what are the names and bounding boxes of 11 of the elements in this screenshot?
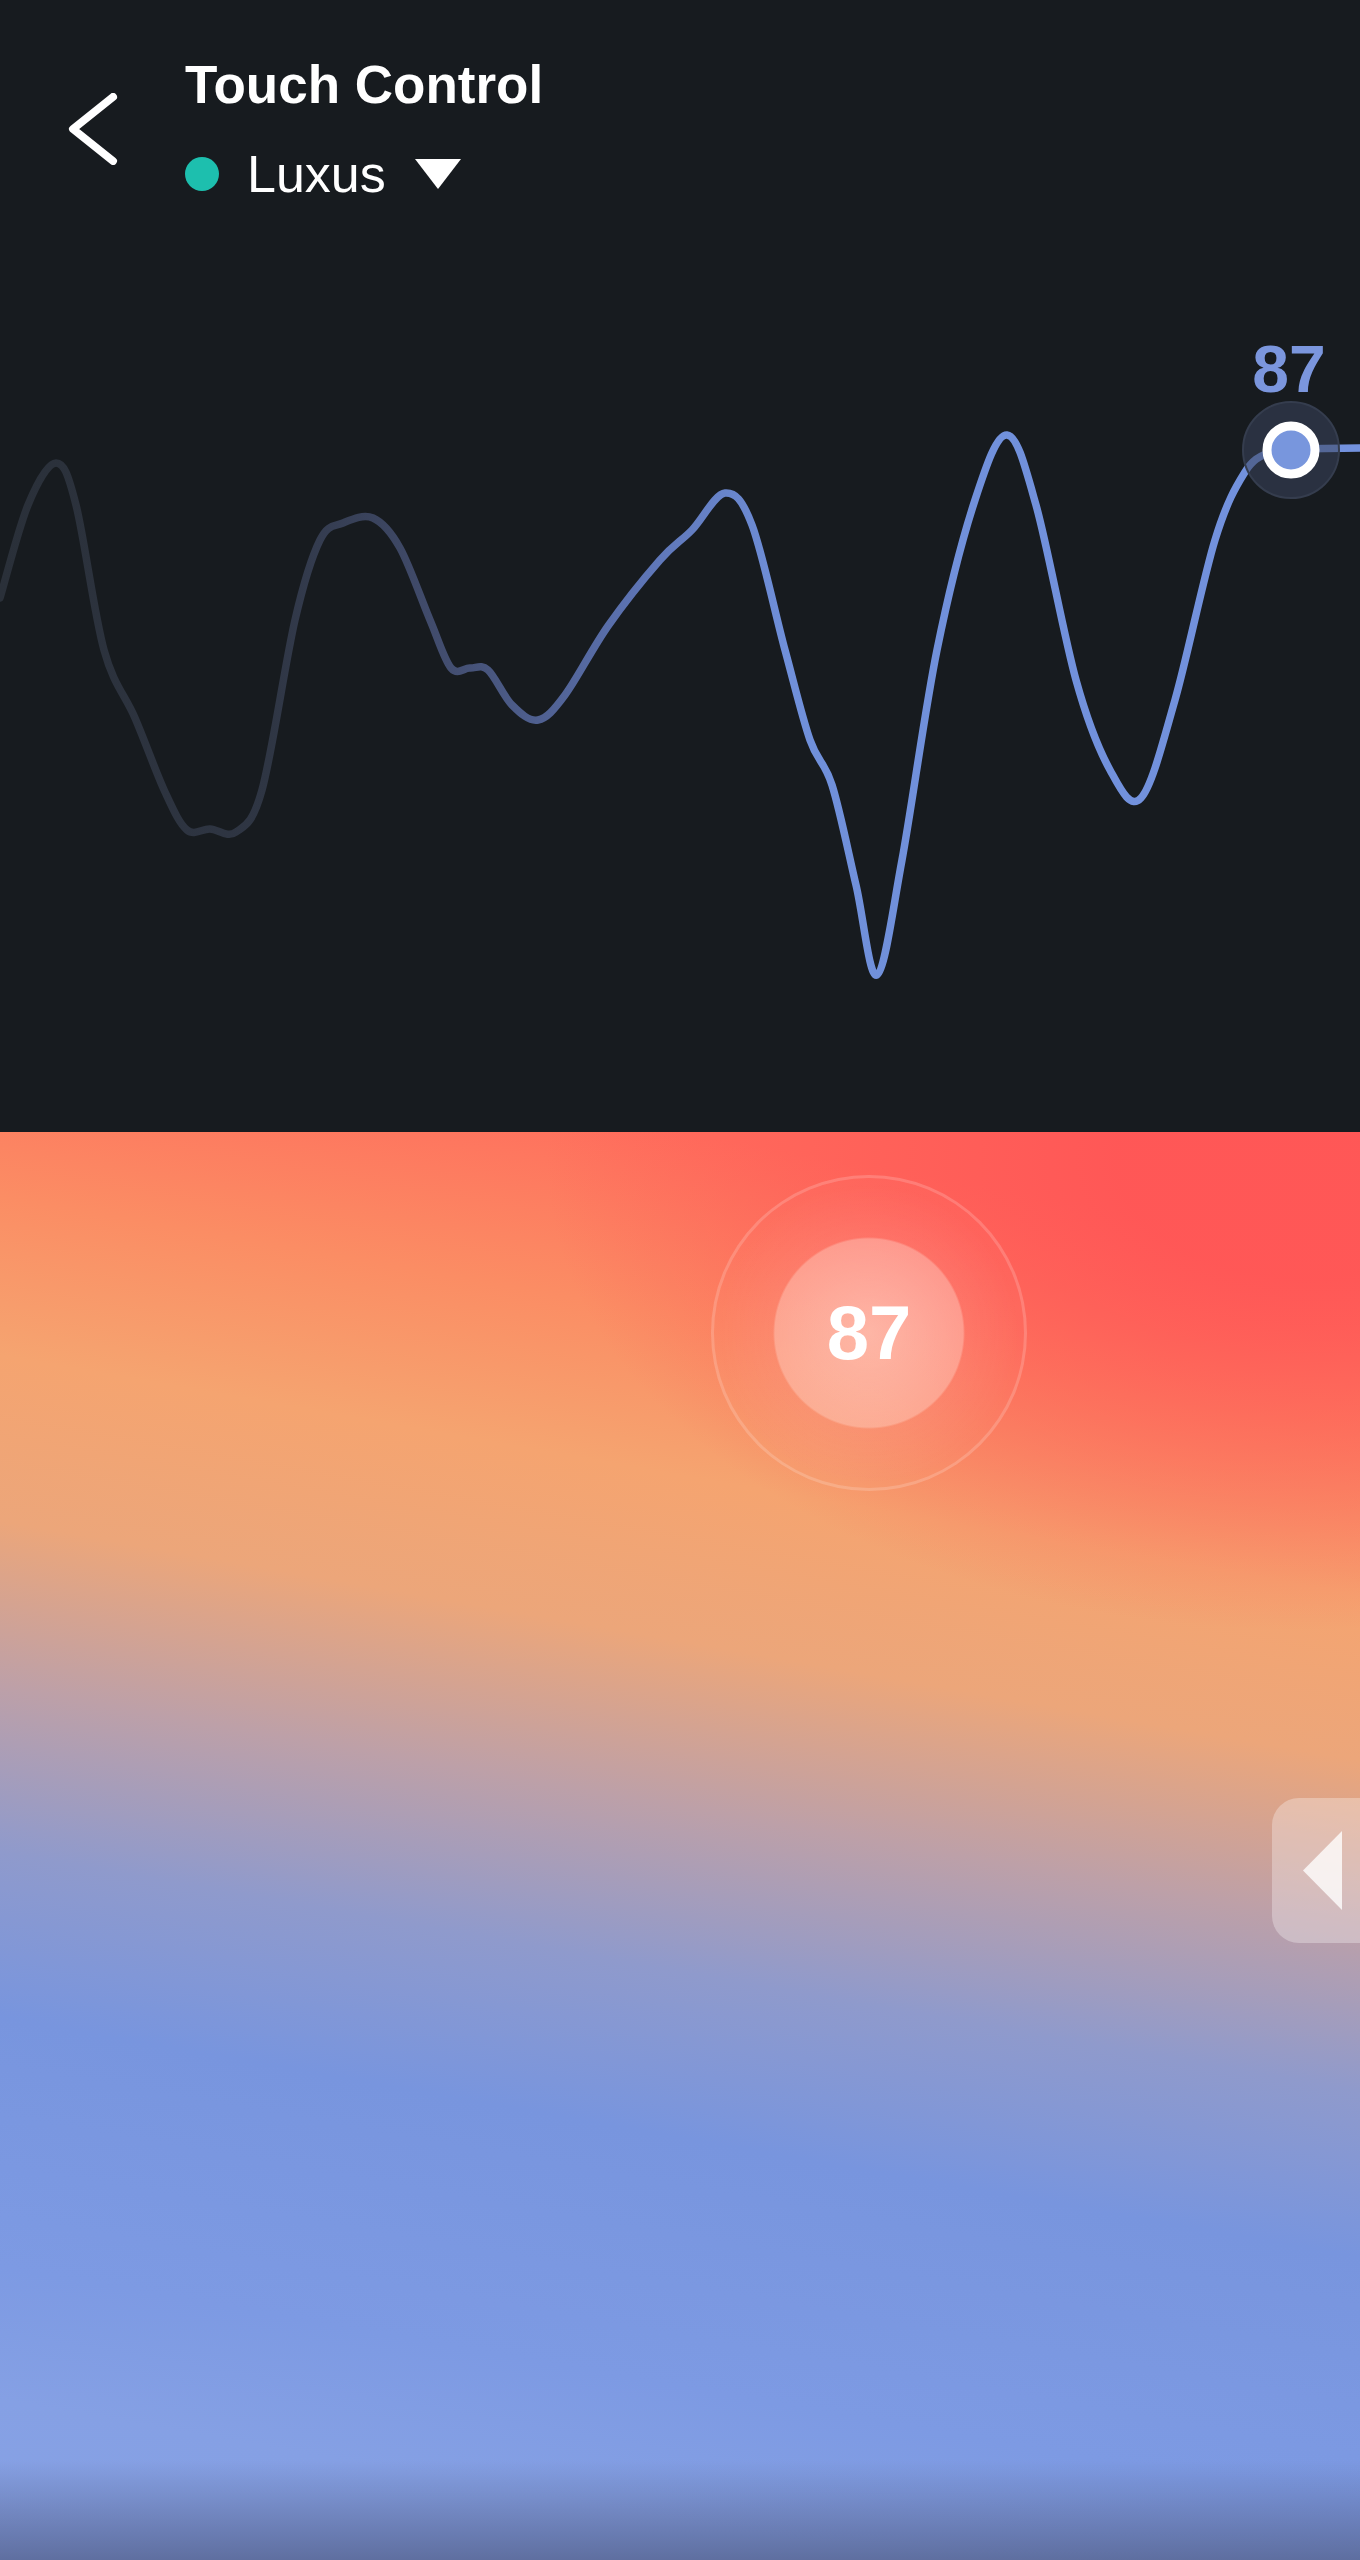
chevron-left-icon bbox=[67, 93, 119, 165]
device-dropdown[interactable]: Luxus bbox=[247, 148, 461, 200]
left-triangle-icon bbox=[1303, 1831, 1342, 1910]
intensity-value: 87 bbox=[826, 1295, 912, 1371]
touch-pad[interactable]: 87 bbox=[0, 1132, 1360, 2560]
back-button[interactable] bbox=[67, 93, 119, 165]
current-point-marker[interactable] bbox=[1242, 401, 1340, 499]
current-value-label: 87 bbox=[1252, 332, 1326, 406]
caret-down-icon bbox=[414, 159, 461, 189]
touch-point[interactable]: 87 bbox=[711, 1175, 1027, 1491]
screen-title: Touch Control bbox=[185, 58, 544, 111]
